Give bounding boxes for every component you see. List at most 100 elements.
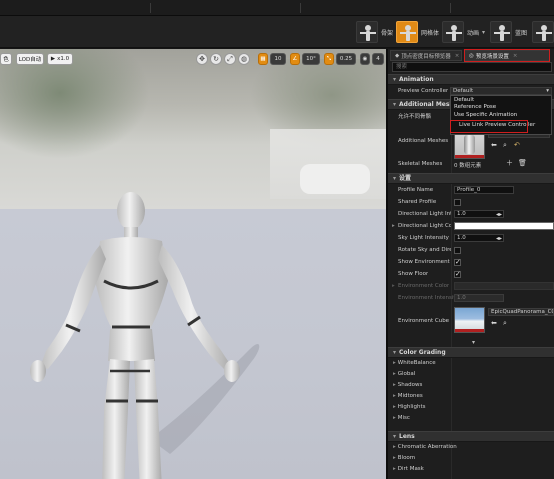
environment-color-swatch <box>454 282 554 290</box>
lens-item[interactable]: ▸ Bloom <box>388 453 554 464</box>
grid-snap-icon[interactable]: ▦ <box>258 53 268 65</box>
preview-viewport[interactable]: 色 LOD自动 ▶ x1.0 ✥ ↻ ⤢ ◍ ▦ 10 ∠ 10° ⤡ 0.25 … <box>0 49 386 479</box>
scale-icon[interactable]: ⤢ <box>224 53 236 65</box>
environment-intensity-row: Environment Intensity 1.0 <box>388 293 554 304</box>
mode-skeleton-button[interactable]: 骨架 <box>356 20 393 44</box>
angle-snap-icon[interactable]: ∠ <box>290 53 300 65</box>
grid-snap-value[interactable]: 10 <box>270 53 286 65</box>
use-selected-arrow-icon[interactable]: ⬅ <box>491 142 497 149</box>
select-value: Default <box>453 88 474 94</box>
use-selected-arrow-icon[interactable]: ⬅ <box>491 320 497 327</box>
skeletal-meshes-count: 0 数组元素 <box>454 163 482 169</box>
reset-to-default-icon[interactable]: ↶ <box>514 142 520 149</box>
section-lens[interactable]: ▾ Lens <box>388 431 554 442</box>
close-icon[interactable]: × <box>455 53 460 59</box>
cube-map-select[interactable]: EpicQuadPanorama_CC+E <box>488 308 554 316</box>
chevron-right-icon: ▸ <box>393 444 396 450</box>
rotate-sky-checkbox[interactable] <box>454 247 461 254</box>
cube-map-thumbnail[interactable] <box>454 307 485 333</box>
search-input[interactable]: 搜索 <box>392 62 552 72</box>
chevron-right-icon: ▸ <box>393 455 396 461</box>
mode-animation-button[interactable]: 动画 ▾ <box>442 20 485 44</box>
playback-speed-button[interactable]: ▶ x1.0 <box>47 53 73 65</box>
expand-advanced-icon[interactable]: ▾ <box>472 339 475 346</box>
chevron-right-icon: ▸ <box>392 283 395 289</box>
rotate-icon[interactable]: ↻ <box>210 53 222 65</box>
lens-item[interactable]: ▸ Chromatic Aberration <box>388 442 554 453</box>
strip-divider <box>300 3 301 13</box>
skeleton-mode-icon <box>356 21 378 43</box>
skeletal-meshes-label: Skeletal Meshes <box>398 161 443 167</box>
shared-profile-checkbox[interactable] <box>454 199 461 206</box>
chevron-right-icon: ▸ <box>393 466 396 472</box>
scale-snap-value[interactable]: 0.25 <box>336 53 356 65</box>
item-label: Shadows <box>397 382 423 388</box>
sky-light-row: Sky Light Intensity 1.0 ◂▸ <box>388 233 554 244</box>
globe-icon[interactable]: ◍ <box>238 53 250 65</box>
section-title: Animation <box>399 76 434 83</box>
section-color-grading[interactable]: ▾ Color Grading <box>388 347 554 358</box>
lens-item[interactable]: ▸ Dirt Mask <box>388 464 554 475</box>
mode-mesh-button[interactable]: 网格体 <box>396 20 439 44</box>
environment-cube-map-row: Environment Cube Ma EpicQuadPanorama_CC+… <box>388 305 554 337</box>
browse-search-icon[interactable]: ⌕ <box>503 320 507 327</box>
section-title: 设置 <box>399 175 412 182</box>
browse-search-icon[interactable]: ⌕ <box>503 142 507 149</box>
dropdown-option-default[interactable]: Default <box>454 97 474 103</box>
profile-name-field[interactable]: Profile_0 <box>454 186 514 194</box>
section-animation[interactable]: ▾ Animation <box>388 74 554 85</box>
dir-light-color-swatch[interactable] <box>454 222 554 230</box>
item-label: Midtones <box>397 393 423 399</box>
tab-icon: ◆ <box>395 52 400 59</box>
color-grading-item[interactable]: ▸ Midtones <box>388 391 554 402</box>
view-mode-button[interactable]: 色 <box>0 53 12 65</box>
color-grading-item[interactable]: ▸ Global <box>388 369 554 380</box>
preview-scene-settings-panel: ◆ 顶点密度目标预览器 × ◎ 预览场景设置 × 搜索 ▾ Animation P… <box>386 49 554 479</box>
show-environment-label: Show Environment <box>398 259 450 265</box>
highlight-box <box>450 120 528 133</box>
item-label: WhiteBalance <box>397 360 436 366</box>
color-grading-item[interactable]: ▸ Highlights <box>388 402 554 413</box>
color-grading-item[interactable]: ▸ Shadows <box>388 380 554 391</box>
profile-name-label: Profile Name <box>398 187 434 193</box>
show-floor-row: Show Floor <box>388 269 554 280</box>
highlight-box <box>464 49 550 62</box>
dropdown-option-specific-animation[interactable]: Use Specific Animation <box>454 112 517 118</box>
trash-icon[interactable]: 🗑 <box>518 160 527 167</box>
tab-vertex-density-preview[interactable]: ◆ 顶点密度目标预览器 × <box>390 50 462 61</box>
section-settings[interactable]: ▾ 设置 <box>388 173 554 184</box>
item-label: Misc <box>397 415 410 421</box>
lod-button[interactable]: LOD自动 <box>16 53 44 65</box>
angle-snap-value[interactable]: 10° <box>302 53 320 65</box>
transform-tools: ✥ ↻ ⤢ ◍ <box>196 53 256 65</box>
camera-speed-value[interactable]: 4 <box>372 53 384 65</box>
mode-blueprint-label: 蓝图 <box>515 29 528 37</box>
translate-icon[interactable]: ✥ <box>196 53 208 65</box>
mode-blueprint-button[interactable]: 蓝图 <box>490 20 527 44</box>
chevron-down-icon[interactable]: ▾ <box>482 29 485 36</box>
play-icon: ▶ <box>50 56 56 62</box>
mode-animation-label: 动画 <box>467 29 480 37</box>
show-environment-checkbox[interactable] <box>454 258 461 266</box>
color-grading-item[interactable]: ▸ WhiteBalance <box>388 358 554 369</box>
dir-light-intensity-label: Directional Light Inter <box>398 211 451 217</box>
show-floor-checkbox[interactable] <box>454 270 461 278</box>
dropdown-option-reference-pose[interactable]: Reference Pose <box>454 104 496 110</box>
add-element-icon[interactable]: ＋ <box>506 160 513 167</box>
camera-speed-icon[interactable]: ◉ <box>360 53 370 65</box>
item-label: Highlights <box>397 404 426 410</box>
spin-arrows-icon[interactable]: ◂▸ <box>496 211 502 218</box>
scale-snap-icon[interactable]: ⤡ <box>324 53 334 65</box>
skeletal-meshes-row: Skeletal Meshes 0 数组元素 ＋ 🗑 <box>388 160 554 170</box>
section-title: Color Grading <box>399 349 446 356</box>
environment-color-label: Environment Color <box>398 283 450 289</box>
chevron-right-icon[interactable]: ▸ <box>392 223 395 229</box>
spin-arrows-icon[interactable]: ◂▸ <box>496 235 502 242</box>
asset-preview-shape <box>464 135 475 154</box>
chevron-right-icon: ▸ <box>393 382 396 388</box>
color-grading-item[interactable]: ▸ Misc <box>388 413 554 424</box>
preview-controller-select[interactable]: Default ▾ <box>450 87 552 95</box>
blueprint-mode-icon <box>490 21 512 43</box>
mode-physics-button[interactable] <box>532 20 554 44</box>
chevron-right-icon: ▸ <box>393 393 396 399</box>
